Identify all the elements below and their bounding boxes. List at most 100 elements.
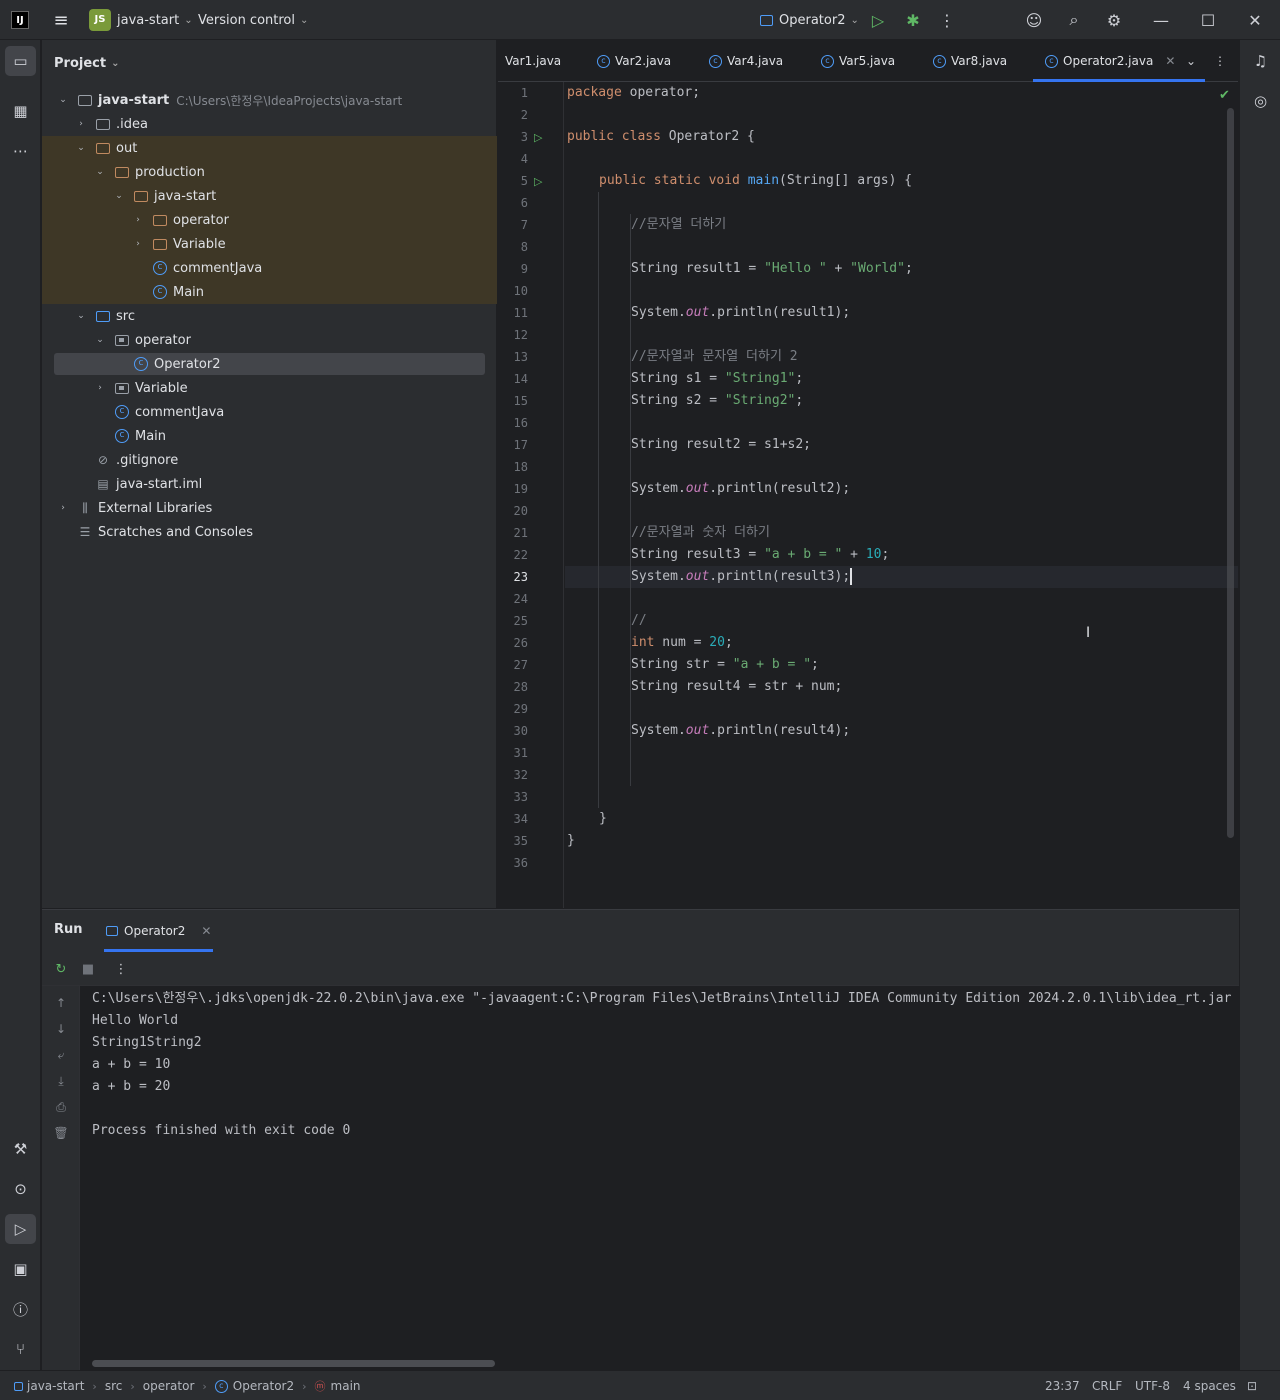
chevron-right-icon[interactable]: ›: [131, 239, 145, 249]
tree-item[interactable]: ⌄ operator: [42, 328, 497, 352]
tree-item[interactable]: ⊘ .gitignore: [42, 448, 497, 472]
lock-icon[interactable]: ⊡: [1247, 1371, 1257, 1400]
main-menu-icon[interactable]: ≡: [50, 0, 72, 40]
tree-item[interactable]: c commentJava: [42, 256, 497, 280]
file-encoding[interactable]: UTF-8: [1135, 1371, 1170, 1400]
chevron-down-icon[interactable]: ⌄: [74, 143, 88, 153]
tree-item[interactable]: › Variable: [42, 376, 497, 400]
project-tool-folder-icon[interactable]: ▭: [5, 46, 36, 76]
tabs-more-icon[interactable]: ⋮: [1214, 40, 1226, 82]
close-icon[interactable]: ✕: [1165, 54, 1175, 68]
terminal-icon[interactable]: ▣: [5, 1254, 36, 1284]
chevron-down-icon[interactable]: ⌄: [56, 95, 70, 105]
run-tool-icon[interactable]: ▷: [5, 1214, 36, 1244]
breadcrumb-item[interactable]: Operator2: [233, 1379, 294, 1393]
notifications-bell-icon[interactable]: ♫: [1245, 46, 1276, 76]
breadcrumb-item[interactable]: java-start: [27, 1379, 84, 1393]
caret-position[interactable]: 23:37: [1045, 1371, 1080, 1400]
editor-vertical-scrollbar[interactable]: [1227, 108, 1234, 838]
chevron-right-icon[interactable]: ›: [74, 119, 88, 129]
scroll-up-icon[interactable]: ↑: [50, 992, 72, 1014]
no-problems-check-icon[interactable]: ✔: [1219, 88, 1230, 103]
tree-item[interactable]: › operator: [42, 208, 497, 232]
tree-item[interactable]: ☰ Scratches and Consoles: [42, 520, 497, 544]
rerun-icon[interactable]: ↻: [50, 952, 72, 986]
version-control-menu[interactable]: Version control ⌄: [198, 0, 308, 40]
tabs-dropdown-icon[interactable]: ⌄: [1186, 40, 1196, 82]
project-switcher[interactable]: JS java-start ⌄: [89, 0, 193, 40]
line-number: 16: [513, 416, 528, 430]
breadcrumb-item[interactable]: operator: [143, 1379, 195, 1393]
tab-var2[interactable]: c Var2.java: [597, 40, 671, 82]
tree-item[interactable]: c commentJava: [42, 400, 497, 424]
tree-item[interactable]: ⌄ src: [42, 304, 497, 328]
chevron-right-icon[interactable]: ›: [56, 503, 70, 513]
console-output[interactable]: C:\Users\한정우\.jdks\openjdk-22.0.2\bin\ja…: [92, 988, 1237, 1358]
print-icon[interactable]: ⎙: [50, 1096, 72, 1118]
debug-icon[interactable]: ✱: [901, 0, 925, 40]
run-panel-header: Run Operator2 ✕: [42, 910, 1239, 952]
chevron-down-icon[interactable]: ⌄: [93, 167, 107, 177]
chevron-down-icon[interactable]: ⌄: [93, 335, 107, 345]
chevron-down-icon[interactable]: ⌄: [74, 311, 88, 321]
clear-trash-icon[interactable]: 🗑: [50, 1122, 72, 1144]
chevron-right-icon[interactable]: ›: [93, 383, 107, 393]
breadcrumb-item[interactable]: main: [331, 1379, 361, 1393]
tree-item[interactable]: ⌄ production: [42, 160, 497, 184]
structure-icon[interactable]: ▦: [5, 96, 36, 126]
tree-item[interactable]: c Main: [42, 280, 497, 304]
run-main-icon[interactable]: ▷: [534, 170, 548, 192]
line-separator[interactable]: CRLF: [1092, 1371, 1122, 1400]
chevron-down-icon[interactable]: ⌄: [112, 191, 126, 201]
problems-icon[interactable]: ⓘ: [5, 1294, 36, 1324]
tab-var8[interactable]: c Var8.java: [933, 40, 1007, 82]
tree-item[interactable]: › .idea: [42, 112, 497, 136]
maximize-icon[interactable]: ☐: [1196, 0, 1220, 40]
code-line: package operator;: [567, 85, 701, 100]
tree-item[interactable]: c Main: [42, 424, 497, 448]
services-icon[interactable]: ⊙: [5, 1174, 36, 1204]
tree-item[interactable]: ⌄ java-start: [42, 184, 497, 208]
close-window-icon[interactable]: ✕: [1243, 0, 1267, 40]
tree-item-selected[interactable]: c Operator2: [42, 352, 497, 376]
code-editor[interactable]: 1 2 3 4 5 6 7 8 9 10 11 12 13 14 15 16 17 18 19 20 21 22 23 24 2…: [498, 82, 1238, 908]
tree-item-label: src: [116, 308, 135, 324]
tree-item[interactable]: ⌄ out: [42, 136, 497, 160]
more-actions-icon[interactable]: ⋮: [935, 0, 959, 40]
add-user-icon[interactable]: ☺: [1022, 0, 1046, 40]
run-config-icon: [106, 926, 118, 936]
breadcrumb-item[interactable]: src: [105, 1379, 123, 1393]
minimize-icon[interactable]: —: [1149, 0, 1173, 40]
project-panel-header[interactable]: Project ⌄: [54, 52, 119, 74]
tab-operator2[interactable]: c Operator2.java ✕: [1032, 40, 1206, 82]
git-branch-icon[interactable]: ⑂: [5, 1334, 36, 1364]
run-icon[interactable]: ▷: [866, 0, 890, 40]
build-hammer-icon[interactable]: ⚒: [5, 1134, 36, 1164]
tab-run-operator2[interactable]: Operator2 ✕: [104, 910, 214, 952]
more-actions-icon[interactable]: ⋮: [110, 952, 132, 986]
tree-item-label: Main: [135, 428, 167, 444]
run-class-icon[interactable]: ▷: [534, 126, 548, 148]
tree-item[interactable]: › ⫼ External Libraries: [42, 496, 497, 520]
tree-item[interactable]: ▤ java-start.iml: [42, 472, 497, 496]
tab-var4[interactable]: c Var4.java: [709, 40, 783, 82]
scroll-down-icon[interactable]: ↓: [50, 1018, 72, 1040]
tree-item[interactable]: › Variable: [42, 232, 497, 256]
ai-assistant-icon[interactable]: ◎: [1245, 86, 1276, 116]
search-icon[interactable]: ⌕: [1062, 0, 1086, 40]
indent-setting[interactable]: 4 spaces: [1183, 1371, 1236, 1400]
chevron-right-icon[interactable]: ›: [131, 215, 145, 225]
tree-item-root[interactable]: ⌄ java-start C:\Users\한정우\IdeaProjects\j…: [42, 88, 497, 112]
tab-var5[interactable]: c Var5.java: [821, 40, 895, 82]
console-horizontal-scrollbar[interactable]: [92, 1360, 495, 1367]
close-icon[interactable]: ✕: [201, 924, 211, 938]
soft-wrap-icon[interactable]: ⤶: [50, 1044, 72, 1066]
settings-gear-icon[interactable]: ⚙: [1102, 0, 1126, 40]
scroll-to-end-icon[interactable]: ⤓: [50, 1070, 72, 1092]
tab-var1[interactable]: Var1.java: [505, 40, 561, 82]
line-number: 11: [513, 306, 528, 320]
stop-icon[interactable]: ■: [77, 952, 99, 986]
right-tool-strip: ♫ ◎: [1239, 40, 1280, 1370]
run-config-selector[interactable]: Operator2 ⌄: [760, 0, 859, 40]
more-tools-icon[interactable]: ⋯: [5, 136, 36, 166]
